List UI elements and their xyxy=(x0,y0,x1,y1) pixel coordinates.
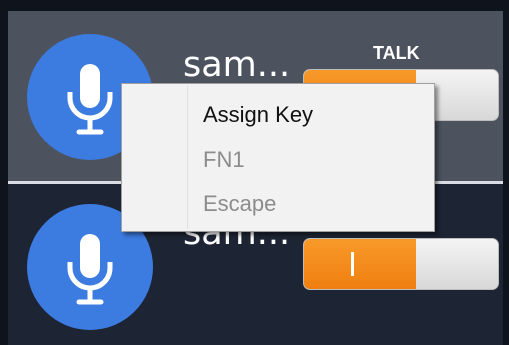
window-frame-left xyxy=(0,0,8,345)
toggle-on-segment xyxy=(304,239,417,289)
talk-toggle[interactable] xyxy=(303,238,499,290)
toggle-knob[interactable] xyxy=(416,239,498,289)
menu-item-assign-key[interactable]: Assign Key xyxy=(203,102,313,128)
menu-item-fn1[interactable]: FN1 xyxy=(203,147,245,173)
window-frame-top xyxy=(0,0,509,11)
channel-name: sam... xyxy=(183,45,291,85)
toggle-on-mark xyxy=(351,252,354,276)
context-menu: Assign Key FN1 Escape xyxy=(121,83,435,232)
menu-item-escape[interactable]: Escape xyxy=(203,191,276,217)
menu-icon-gutter-separator xyxy=(187,86,188,229)
talk-label: TALK xyxy=(373,43,420,63)
window-frame-right xyxy=(503,0,509,345)
